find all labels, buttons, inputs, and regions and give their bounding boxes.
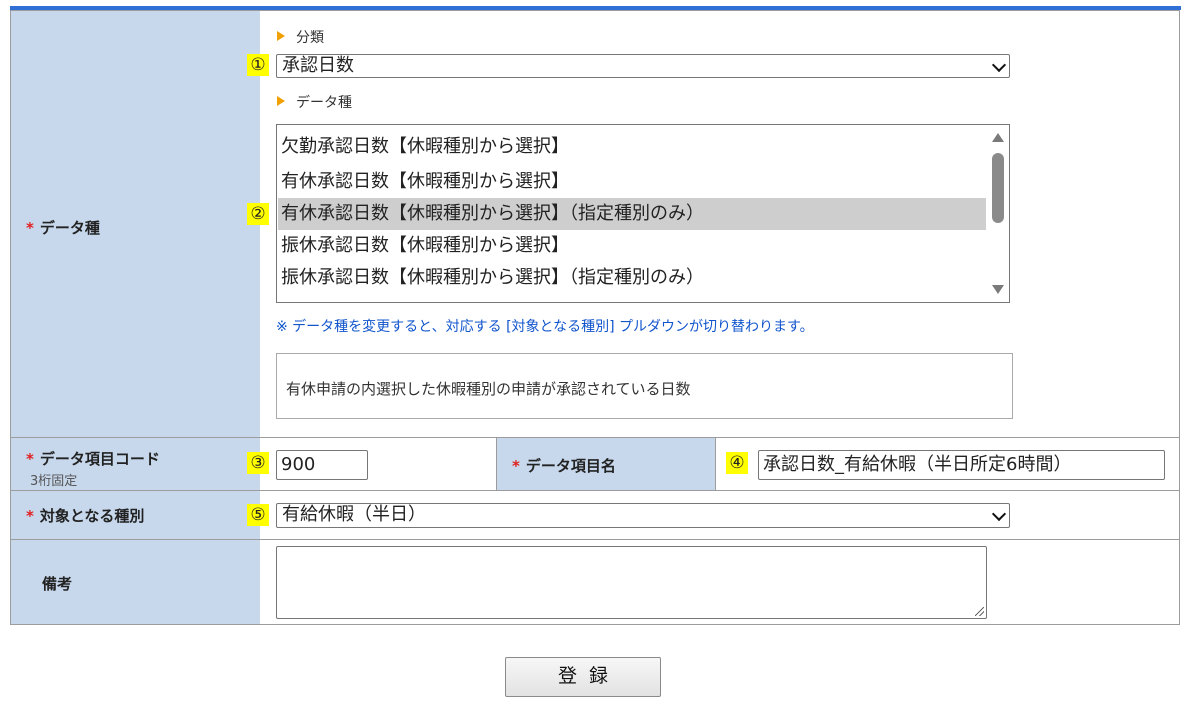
remarks-textarea[interactable] [276, 546, 987, 619]
row-divider [10, 490, 1180, 491]
item-name-value: 承認日数_有給休暇（半日所定6時間） [763, 454, 1072, 475]
row-divider [10, 539, 1180, 540]
badge-5: ⑤ [247, 504, 269, 526]
column-divider [715, 437, 716, 490]
badge-1: ① [247, 54, 269, 76]
target-type-label: * 対象となる種別 [26, 505, 144, 526]
target-type-select[interactable]: 有給休暇（半日） [276, 503, 1010, 528]
category-heading: 分類 [296, 30, 324, 46]
badge-3: ③ [247, 452, 269, 474]
column-divider [496, 437, 497, 490]
data-type-listbox[interactable]: 欠勤承認日数【休暇種別から選択】 有休承認日数【休暇種別から選択】 有休承認日数… [276, 124, 1010, 303]
listbox-option-selected[interactable]: 有休承認日数【休暇種別から選択】（指定種別のみ） [278, 198, 986, 230]
remarks-label: 備考 [42, 575, 73, 593]
data-type-label: * データ種 [26, 217, 100, 238]
item-code-input[interactable]: 900 [276, 450, 368, 480]
required-mark: * [26, 507, 34, 525]
category-select[interactable]: 承認日数 [276, 54, 1010, 78]
submit-button[interactable]: 登録 [505, 657, 661, 697]
item-name-label-text: データ項目名 [525, 457, 616, 475]
item-name-label: * データ項目名 [512, 455, 616, 476]
description-text: 有休申請の内選択した休暇種別の申請が承認されている日数 [286, 380, 691, 398]
scroll-down-icon[interactable] [992, 285, 1004, 294]
listbox-option[interactable]: 振休承認日数【休暇種別から選択】 [278, 230, 986, 262]
item-code-value: 900 [281, 454, 316, 475]
data-type-note: ※ データ種を変更すると、対応する [対象となる種別] プルダウンが切り替わりま… [276, 319, 814, 335]
item-code-label: * データ項目コード [26, 448, 160, 469]
triangle-right-icon [277, 96, 285, 106]
listbox-option[interactable]: 有休承認日数【休暇種別から選択】 [278, 166, 986, 198]
resize-grip-icon[interactable] [975, 607, 984, 616]
row-divider [10, 437, 1180, 438]
badge-4: ④ [726, 452, 748, 474]
scroll-up-icon[interactable] [992, 133, 1004, 142]
required-mark: * [512, 457, 520, 475]
item-code-label-text: データ項目コード [39, 450, 160, 468]
data-type-label-text: データ種 [39, 219, 100, 237]
item-code-sublabel: 3桁固定 [30, 474, 78, 489]
badge-2: ② [247, 203, 269, 225]
chevron-down-icon [991, 57, 1007, 73]
listbox-option[interactable]: 欠勤承認日数【休暇種別から選択】 [278, 131, 986, 163]
triangle-right-icon [277, 31, 285, 41]
chevron-down-icon [991, 506, 1007, 522]
target-type-select-value: 有給休暇（半日） [282, 504, 426, 525]
required-mark: * [26, 450, 34, 468]
listbox-option[interactable]: 振休承認日数【休暇種別から選択】（指定種別のみ） [278, 262, 986, 294]
required-mark: * [26, 219, 34, 237]
data-type-description: 有休申請の内選択した休暇種別の申請が承認されている日数 [276, 353, 1013, 419]
item-name-input[interactable]: 承認日数_有給休暇（半日所定6時間） [758, 450, 1165, 480]
target-type-label-text: 対象となる種別 [39, 507, 145, 525]
category-select-value: 承認日数 [282, 55, 354, 76]
type-heading: データ種 [296, 95, 352, 111]
scrollbar-thumb[interactable] [992, 153, 1004, 223]
